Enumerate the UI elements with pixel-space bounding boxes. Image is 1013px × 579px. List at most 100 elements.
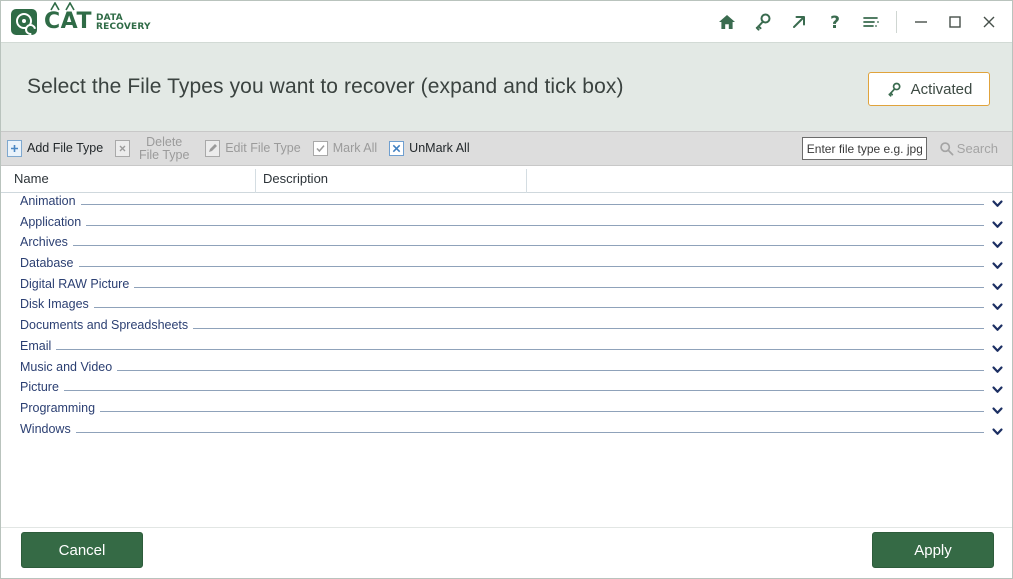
chevron-down-icon[interactable] bbox=[991, 404, 1004, 417]
chevron-down-icon[interactable] bbox=[991, 238, 1004, 251]
table-row[interactable]: Animation bbox=[1, 193, 1013, 214]
close-button[interactable] bbox=[972, 3, 1006, 41]
chevron-down-icon[interactable] bbox=[991, 218, 1004, 231]
search-area: Search bbox=[802, 137, 1013, 161]
key-icon bbox=[886, 81, 903, 98]
cancel-button[interactable]: Cancel bbox=[21, 532, 143, 568]
brand-name: CAT bbox=[44, 11, 92, 33]
file-type-category-label: Archives bbox=[20, 235, 73, 249]
row-rule bbox=[20, 349, 984, 350]
app-logo: CAT DATA RECOVERY bbox=[11, 6, 151, 38]
app-window: CAT DATA RECOVERY ? bbox=[0, 0, 1013, 579]
search-button[interactable]: Search bbox=[933, 137, 1004, 161]
file-type-category-label: Music and Video bbox=[20, 360, 117, 374]
table-row[interactable]: Database bbox=[1, 255, 1013, 276]
title-bar: CAT DATA RECOVERY ? bbox=[1, 1, 1013, 42]
table-row[interactable]: Documents and Spreadsheets bbox=[1, 317, 1013, 338]
table-row[interactable]: Digital RAW Picture bbox=[1, 276, 1013, 297]
svg-text:?: ? bbox=[830, 13, 840, 32]
column-header-description[interactable]: Description bbox=[263, 171, 328, 186]
page-header: Select the File Types you want to recove… bbox=[1, 42, 1013, 131]
file-type-category-label: Animation bbox=[20, 194, 81, 208]
file-type-category-label: Disk Images bbox=[20, 297, 94, 311]
brand-subtitle: DATA RECOVERY bbox=[96, 14, 151, 33]
row-rule bbox=[20, 411, 984, 412]
add-file-type-label: Add File Type bbox=[27, 142, 103, 155]
table-row[interactable]: Application bbox=[1, 214, 1013, 235]
chevron-down-icon[interactable] bbox=[991, 197, 1004, 210]
row-rule bbox=[20, 370, 984, 371]
file-type-category-label: Programming bbox=[20, 401, 100, 415]
toolbar-divider bbox=[896, 11, 897, 33]
table-row[interactable]: Programming bbox=[1, 400, 1013, 421]
file-type-list: Animation Application Archives Database Digi… bbox=[1, 193, 1013, 527]
table-row[interactable]: Picture bbox=[1, 379, 1013, 400]
footer-bar: Cancel Apply bbox=[1, 527, 1013, 579]
add-file-type-button[interactable]: Add File Type bbox=[1, 132, 109, 165]
home-icon[interactable] bbox=[709, 3, 745, 41]
activated-label: Activated bbox=[911, 81, 973, 98]
file-type-category-label: Digital RAW Picture bbox=[20, 277, 134, 291]
row-rule bbox=[20, 245, 984, 246]
question-icon[interactable]: ? bbox=[817, 3, 853, 41]
checkbox-check-icon bbox=[313, 141, 328, 156]
activated-button[interactable]: Activated bbox=[868, 72, 990, 106]
unmark-all-button[interactable]: UnMark All bbox=[383, 132, 475, 165]
cat-ears-icon bbox=[50, 2, 78, 11]
edit-file-type-button[interactable]: Edit File Type bbox=[199, 132, 307, 165]
menu-icon[interactable] bbox=[853, 3, 889, 41]
row-rule bbox=[20, 390, 984, 391]
table-header: Name Description bbox=[1, 167, 1013, 193]
file-type-category-label: Application bbox=[20, 215, 86, 229]
mark-all-label: Mark All bbox=[333, 142, 377, 155]
key-icon[interactable] bbox=[745, 3, 781, 41]
column-header-name[interactable]: Name bbox=[14, 171, 49, 186]
unmark-all-label: UnMark All bbox=[409, 142, 469, 155]
row-rule bbox=[20, 307, 984, 308]
row-rule bbox=[20, 287, 984, 288]
chevron-down-icon[interactable] bbox=[991, 342, 1004, 355]
arrow-up-right-icon[interactable] bbox=[781, 3, 817, 41]
add-document-icon bbox=[7, 140, 22, 157]
table-row[interactable]: Email bbox=[1, 338, 1013, 359]
row-rule bbox=[20, 432, 984, 433]
minimize-button[interactable] bbox=[904, 3, 938, 41]
chevron-down-icon[interactable] bbox=[991, 363, 1004, 376]
search-label: Search bbox=[957, 141, 998, 156]
chevron-down-icon[interactable] bbox=[991, 300, 1004, 313]
chevron-down-icon[interactable] bbox=[991, 425, 1004, 438]
checkbox-cross-icon bbox=[389, 141, 404, 156]
table-row[interactable]: Windows bbox=[1, 421, 1013, 442]
file-type-category-label: Database bbox=[20, 256, 79, 270]
table-row[interactable]: Archives bbox=[1, 234, 1013, 255]
file-type-category-label: Windows bbox=[20, 422, 76, 436]
apply-button[interactable]: Apply bbox=[872, 532, 994, 568]
title-bar-actions: ? bbox=[709, 1, 1013, 42]
row-rule bbox=[20, 266, 984, 267]
file-type-category-label: Picture bbox=[20, 380, 64, 394]
chevron-down-icon[interactable] bbox=[991, 280, 1004, 293]
row-rule bbox=[20, 204, 984, 205]
brand-text: CAT DATA RECOVERY bbox=[44, 11, 151, 33]
row-rule bbox=[20, 225, 984, 226]
table-row[interactable]: Disk Images bbox=[1, 296, 1013, 317]
chevron-down-icon[interactable] bbox=[991, 259, 1004, 272]
disk-recovery-icon bbox=[11, 9, 37, 35]
file-type-category-label: Email bbox=[20, 339, 56, 353]
mark-all-button[interactable]: Mark All bbox=[307, 132, 383, 165]
page-title: Select the File Types you want to recove… bbox=[27, 75, 624, 99]
delete-document-icon bbox=[115, 140, 130, 157]
delete-file-type-button[interactable]: Delete File Type bbox=[109, 132, 199, 165]
table-row[interactable]: Music and Video bbox=[1, 359, 1013, 380]
edit-file-type-label: Edit File Type bbox=[225, 142, 301, 155]
chevron-down-icon[interactable] bbox=[991, 321, 1004, 334]
chevron-down-icon[interactable] bbox=[991, 383, 1004, 396]
delete-file-type-label: Delete File Type bbox=[135, 136, 193, 162]
search-input[interactable] bbox=[802, 137, 927, 160]
edit-document-icon bbox=[205, 140, 220, 157]
maximize-button[interactable] bbox=[938, 3, 972, 41]
search-icon bbox=[939, 141, 954, 156]
toolbar: Add File Type Delete File Type Edit File… bbox=[1, 131, 1013, 166]
brand-sub-line2: RECOVERY bbox=[96, 23, 151, 32]
file-type-category-label: Documents and Spreadsheets bbox=[20, 318, 193, 332]
